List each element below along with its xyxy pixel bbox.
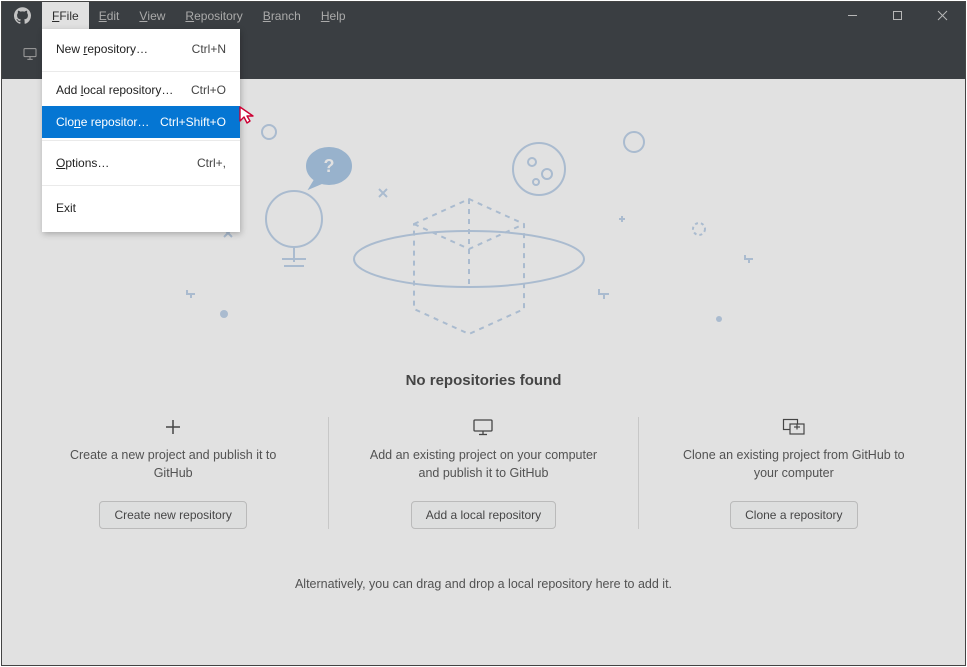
monitor-icon [22, 46, 38, 62]
menu-branch[interactable]: Branch [253, 2, 311, 29]
card-add-desc: Add an existing project on your computer… [369, 447, 598, 483]
card-clone-desc: Clone an existing project from GitHub to… [679, 447, 908, 483]
menu-help[interactable]: Help [311, 2, 356, 29]
window: FFileFile Edit View Repository Branch He… [1, 1, 966, 666]
maximize-button[interactable] [875, 2, 920, 29]
card-clone-repo: Clone an existing project from GitHub to… [638, 417, 948, 529]
menu-edit[interactable]: Edit [89, 2, 130, 29]
github-logo-icon [2, 7, 42, 24]
menu-repository[interactable]: Repository [175, 2, 252, 29]
svg-text:?: ? [323, 156, 334, 176]
menu-file[interactable]: FFileFile [42, 2, 89, 29]
empty-state-illustration: ? [164, 94, 804, 364]
menu-view[interactable]: View [129, 2, 175, 29]
card-create-repo: Create a new project and publish it to G… [19, 417, 328, 529]
cursor-pointer-icon [237, 105, 257, 125]
drag-drop-hint: Alternatively, you can drag and drop a l… [295, 577, 672, 591]
action-cards: Create a new project and publish it to G… [19, 417, 949, 529]
window-controls [830, 2, 965, 29]
empty-state-heading: No repositories found [406, 372, 562, 389]
minimize-button[interactable] [830, 2, 875, 29]
menu-exit[interactable]: Exit [42, 188, 240, 228]
clone-icon [781, 417, 807, 437]
add-local-repo-button[interactable]: Add a local repository [411, 501, 556, 529]
card-create-desc: Create a new project and publish it to G… [59, 447, 288, 483]
close-button[interactable] [920, 2, 965, 29]
menu-new-repository[interactable]: New repository… Ctrl+N [42, 29, 240, 69]
clone-repo-button[interactable]: Clone a repository [730, 501, 857, 529]
menubar: FFileFile Edit View Repository Branch He… [42, 2, 356, 29]
plus-icon [160, 417, 186, 437]
menu-separator [42, 71, 240, 72]
menu-separator [42, 185, 240, 186]
create-repo-button[interactable]: Create new repository [99, 501, 246, 529]
menu-options[interactable]: Options… Ctrl+, [42, 143, 240, 183]
menu-add-local-repository[interactable]: Add local repository… Ctrl+O [42, 74, 240, 106]
menu-clone-repository[interactable]: Clone repositor… Ctrl+Shift+O [42, 106, 240, 138]
menu-separator [42, 140, 240, 141]
card-add-local: Add an existing project on your computer… [328, 417, 638, 529]
monitor-icon [470, 417, 496, 437]
titlebar: FFileFile Edit View Repository Branch He… [2, 2, 965, 29]
file-menu-dropdown: New repository… Ctrl+N Add local reposit… [42, 29, 240, 232]
